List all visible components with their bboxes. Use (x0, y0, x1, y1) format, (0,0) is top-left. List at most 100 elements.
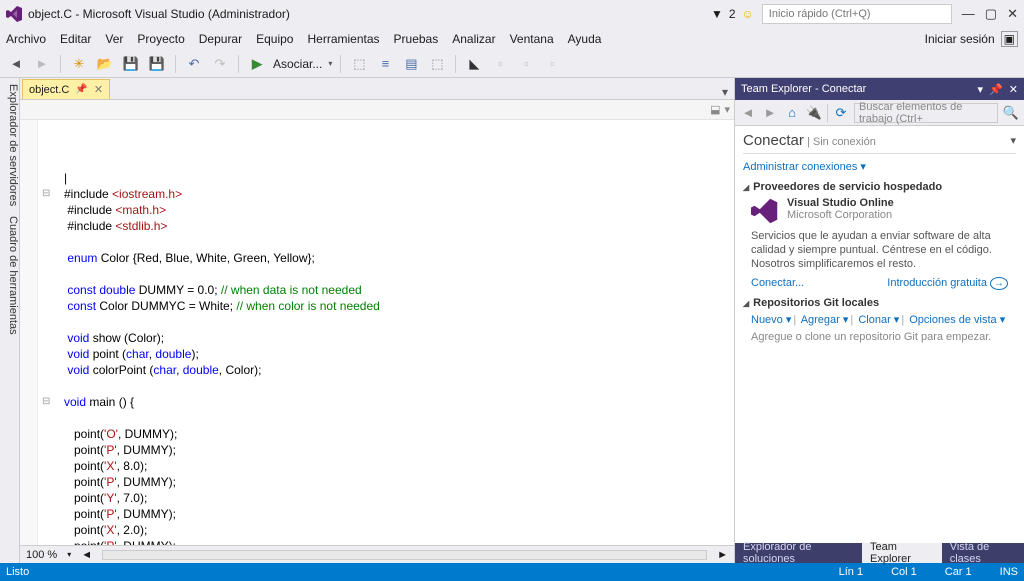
tab-solution-explorer[interactable]: Explorador de soluciones (735, 543, 862, 563)
server-explorer-tab[interactable]: Explorador de servidores (0, 84, 19, 206)
code-line (40, 410, 734, 426)
code-line: point('P', DUMMY); (40, 442, 734, 458)
flag-icon[interactable]: ▼ (711, 7, 723, 21)
tab-team-explorer[interactable]: Team Explorer (862, 543, 942, 563)
code-line: void point (char, double); (40, 346, 734, 362)
git-clonar[interactable]: Clonar (858, 314, 890, 326)
start-button[interactable]: ▶ (247, 54, 267, 74)
zoom-level[interactable]: 100 % (26, 549, 57, 561)
status-line: Lín 1 (839, 566, 863, 578)
offline-label: Sin conexión (813, 136, 876, 148)
search-icon[interactable]: 🔍 (1002, 104, 1020, 122)
maximize-button[interactable]: ▢ (985, 6, 997, 22)
panel-back-icon[interactable]: ◄ (739, 104, 757, 122)
menu-ayuda[interactable]: Ayuda (568, 32, 602, 46)
save-button[interactable]: 💾 (121, 54, 141, 74)
main-toolbar: ◄ ► ✳ 📂 💾 💾 ↶ ↷ ▶ Asociar...▾ ⬚ ≡ ▤ ⬚ ◣ … (0, 50, 1024, 78)
undo-button[interactable]: ↶ (184, 54, 204, 74)
tb-icon-1[interactable]: ⬚ (349, 54, 369, 74)
titlebar-indicators: ▼ 2 ☺ (711, 7, 754, 21)
menu-depurar[interactable]: Depurar (199, 32, 242, 46)
h-scrollbar[interactable] (102, 550, 707, 560)
menu-ver[interactable]: Ver (105, 32, 123, 46)
title-bar: object.C - Microsoft Visual Studio (Admi… (0, 0, 1024, 28)
status-ins: INS (1000, 566, 1018, 578)
dropdown-icon[interactable]: ▾ (724, 103, 730, 116)
menu-equipo[interactable]: Equipo (256, 32, 293, 46)
panel-search-input[interactable]: Buscar elementos de trabajo (Ctrl+ (854, 103, 998, 123)
left-tool-strip: Explorador de servidores Cuadro de herra… (0, 78, 20, 563)
start-label[interactable]: Asociar... (273, 57, 322, 71)
code-line (40, 266, 734, 282)
new-project-button[interactable]: ✳ (69, 54, 89, 74)
hosted-section-header[interactable]: Proveedores de servicio hospedado (743, 181, 1016, 193)
minimize-button[interactable]: — (962, 6, 975, 22)
tb-icon-2[interactable]: ≡ (375, 54, 395, 74)
menu-analizar[interactable]: Analizar (452, 32, 495, 46)
panel-close-icon[interactable]: ✕ (1009, 83, 1018, 96)
pin-icon[interactable]: 📌 (75, 84, 87, 95)
scroll-right[interactable]: ► (717, 549, 728, 561)
user-icon[interactable]: ▣ (1001, 31, 1018, 47)
bookmark-icon[interactable]: ◣ (464, 54, 484, 74)
tab-overflow-button[interactable]: ▾ (716, 85, 734, 99)
nav-back-button[interactable]: ◄ (6, 54, 26, 74)
close-button[interactable]: ✕ (1007, 6, 1018, 22)
git-nuevo[interactable]: Nuevo (751, 314, 783, 326)
code-line: enum Color {Red, Blue, White, Green, Yel… (40, 250, 734, 266)
tab-class-view[interactable]: Vista de clases (942, 543, 1024, 563)
tb-icon-7[interactable]: ▫ (542, 54, 562, 74)
editor-tabstrip: object.C 📌 ✕ ▾ (20, 78, 734, 100)
code-area[interactable]: |⊟#include <iostream.h> #include <math.h… (20, 120, 734, 545)
open-button[interactable]: 📂 (95, 54, 115, 74)
redo-button[interactable]: ↷ (210, 54, 230, 74)
git-opciones[interactable]: Opciones de vista (909, 314, 996, 326)
menu-ventana[interactable]: Ventana (510, 32, 554, 46)
menu-archivo[interactable]: Archivo (6, 32, 46, 46)
notif-count: 2 (729, 7, 736, 21)
refresh-icon[interactable]: ⟳ (832, 104, 850, 122)
plug-icon[interactable]: 🔌 (805, 104, 823, 122)
toolbox-tab[interactable]: Cuadro de herramientas (0, 216, 19, 335)
menu-herramientas[interactable]: Herramientas (307, 32, 379, 46)
code-line: point('X', 2.0); (40, 522, 734, 538)
panel-titlebar: Team Explorer - Conectar ▾ 📌 ✕ (735, 78, 1024, 100)
code-line: void colorPoint (char, double, Color); (40, 362, 734, 378)
menu-proyecto[interactable]: Proyecto (137, 32, 184, 46)
tb-icon-3[interactable]: ▤ (401, 54, 421, 74)
panel-fwd-icon[interactable]: ► (761, 104, 779, 122)
editor-nav-bar: ⬓ ▾ (20, 100, 734, 120)
signin-link[interactable]: Iniciar sesión (925, 32, 995, 46)
save-all-button[interactable]: 💾 (147, 54, 167, 74)
tb-icon-6[interactable]: ▫ (516, 54, 536, 74)
code-line: point('Y', 7.0); (40, 490, 734, 506)
quick-launch-input[interactable]: Inicio rápido (Ctrl+Q) (762, 4, 952, 24)
code-line: #include <stdlib.h> (40, 218, 734, 234)
status-char: Car 1 (945, 566, 972, 578)
tb-icon-5[interactable]: ▫ (490, 54, 510, 74)
panel-menu-icon[interactable]: ▾ (1010, 134, 1016, 147)
panel-pin-icon[interactable]: 📌 (989, 83, 1003, 96)
feedback-icon[interactable]: ☺ (742, 7, 754, 21)
git-hint: Agregue o clone un repositorio Git para … (751, 330, 1016, 344)
manage-connections-link[interactable]: Administrar conexiones (743, 161, 857, 173)
tb-icon-4[interactable]: ⬚ (427, 54, 447, 74)
nav-fwd-button[interactable]: ► (32, 54, 52, 74)
menu-editar[interactable]: Editar (60, 32, 91, 46)
git-links: Nuevo ▾| Agregar ▾| Clonar ▾| Opciones d… (751, 313, 1016, 326)
intro-link[interactable]: Introducción gratuita → (887, 277, 1008, 289)
code-line: ⊟void main () { (40, 394, 734, 410)
git-agregar[interactable]: Agregar (801, 314, 840, 326)
split-icon[interactable]: ⬓ (710, 103, 720, 116)
code-line: point('O', DUMMY); (40, 426, 734, 442)
scroll-left[interactable]: ◄ (81, 549, 92, 561)
team-explorer-panel: Team Explorer - Conectar ▾ 📌 ✕ ◄ ► ⌂ 🔌 ⟳… (734, 78, 1024, 563)
connect-link[interactable]: Conectar... (751, 277, 804, 289)
file-tab[interactable]: object.C 📌 ✕ (22, 79, 110, 99)
menu-pruebas[interactable]: Pruebas (394, 32, 439, 46)
tab-close-icon[interactable]: ✕ (94, 83, 103, 96)
git-section-header[interactable]: Repositorios Git locales (743, 297, 1016, 309)
home-icon[interactable]: ⌂ (783, 104, 801, 122)
code-editor: object.C 📌 ✕ ▾ ⬓ ▾ |⊟#include <iostream.… (20, 78, 734, 563)
panel-dropdown-icon[interactable]: ▾ (978, 83, 984, 96)
